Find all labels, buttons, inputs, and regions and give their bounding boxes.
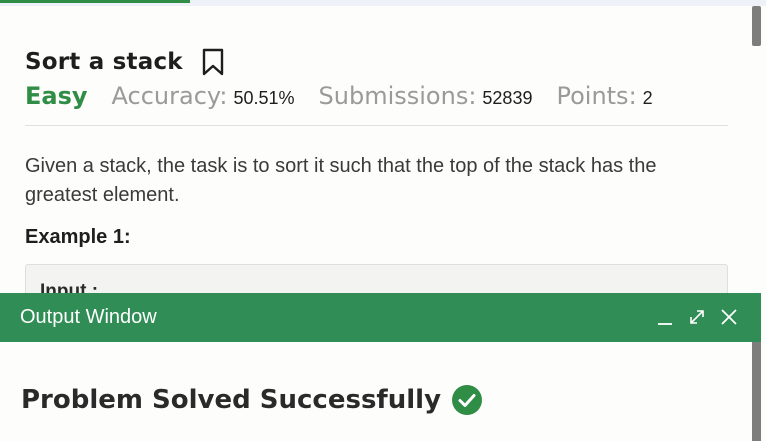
- problem-meta: Easy Accuracy: 50.51% Submissions: 52839…: [25, 82, 653, 114]
- example-heading: Example 1:: [25, 226, 131, 248]
- output-window: Output Window Problem Solved Successfull…: [0, 293, 761, 441]
- result-message: Problem Solved Successfully: [21, 385, 442, 415]
- problem-title-row: Sort a stack: [25, 45, 225, 79]
- submissions-label: Submissions:: [318, 82, 477, 110]
- window-controls: [643, 305, 739, 329]
- check-circle-icon: [451, 384, 483, 416]
- difficulty-badge: Easy: [25, 82, 88, 110]
- result-row: Problem Solved Successfully: [21, 380, 483, 420]
- output-window-body: Problem Solved Successfully: [0, 342, 752, 441]
- problem-title: Sort a stack: [25, 49, 183, 75]
- points-label: Points:: [556, 82, 637, 110]
- bookmark-icon[interactable]: [201, 47, 225, 77]
- top-tab-strip: [0, 0, 766, 6]
- active-tab-indicator: [0, 0, 190, 3]
- close-icon[interactable]: [719, 307, 739, 327]
- expand-icon[interactable]: [687, 307, 707, 327]
- accuracy-label: Accuracy:: [111, 82, 228, 110]
- output-window-title: Output Window: [20, 306, 157, 328]
- scrollbar-thumb[interactable]: [752, 6, 761, 46]
- submissions-value: 52839: [482, 88, 533, 108]
- accuracy-value: 50.51%: [233, 88, 295, 108]
- problem-description: Given a stack, the task is to sort it su…: [25, 155, 657, 206]
- points-value: 2: [642, 88, 653, 108]
- output-window-header[interactable]: Output Window: [0, 293, 761, 342]
- minimize-icon[interactable]: [655, 307, 675, 327]
- divider: [25, 125, 728, 126]
